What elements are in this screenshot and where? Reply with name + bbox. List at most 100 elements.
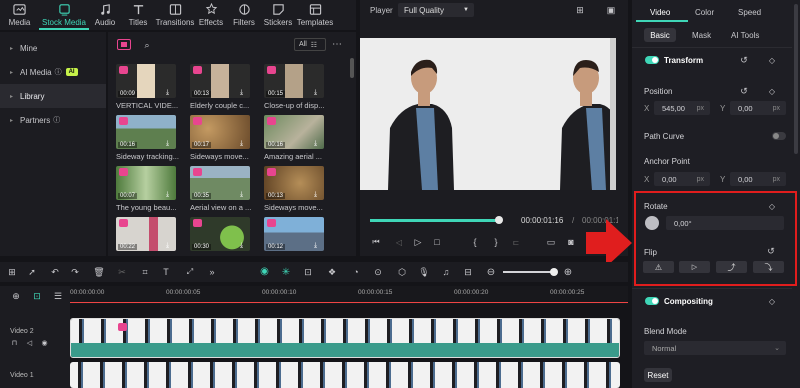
tab-scrollbar[interactable]	[794, 4, 798, 154]
delete-icon[interactable]: 🗑	[93, 266, 105, 278]
toolbar-effects[interactable]: Effects	[195, 0, 227, 30]
toolbar-filters[interactable]: Filters	[227, 0, 261, 30]
undo-icon[interactable]: ↶	[49, 266, 61, 278]
split-icon[interactable]: ⊏	[510, 236, 522, 248]
media-card[interactable]: 00:13 ⤓ Elderly couple c...	[190, 64, 250, 110]
keyframe-icon[interactable]: ◇	[766, 295, 778, 307]
transform-toggle[interactable]	[645, 56, 659, 66]
timeline-ruler[interactable]: 00:00:00:00 00:00:00:05 00:00:00:10 00:0…	[70, 286, 628, 304]
track-manage-icon[interactable]: ☰	[52, 290, 64, 302]
effects-track-icon[interactable]: ❖	[326, 266, 338, 278]
media-scrollbar[interactable]	[350, 58, 354, 78]
blend-mode-dropdown[interactable]: Normal ⌄	[644, 341, 786, 355]
pointer-icon[interactable]: ➚	[26, 266, 38, 278]
marker-icon[interactable]: ◔	[350, 266, 362, 278]
more-options-icon[interactable]: ⋯	[330, 38, 344, 50]
playhead-handle[interactable]	[495, 216, 503, 224]
toolbar-media[interactable]: Media	[0, 0, 39, 30]
compositing-toggle[interactable]	[645, 297, 659, 307]
download-icon[interactable]: ⤓	[166, 140, 174, 148]
previous-frame-icon[interactable]: ⏮	[370, 236, 382, 248]
gem-filter-button[interactable]	[117, 39, 131, 50]
link-icon[interactable]: ⊡	[31, 290, 43, 302]
add-track-icon[interactable]: ⊕	[10, 290, 22, 302]
flip-vertical-button[interactable]: ⚠	[643, 261, 674, 273]
redo-icon[interactable]: ↷	[69, 266, 81, 278]
snap-icon[interactable]: ✳	[280, 266, 292, 278]
zoom-in-icon[interactable]: ⊕	[562, 266, 574, 278]
video-preview[interactable]	[360, 38, 616, 190]
media-card[interactable]: 00:22 ⤓	[116, 217, 176, 251]
pos-y-input[interactable]: 0,00 px	[730, 101, 786, 115]
ripple-icon[interactable]: ◉	[258, 265, 271, 278]
download-icon[interactable]: ⤓	[314, 242, 322, 250]
text-icon[interactable]: T	[160, 266, 172, 278]
keyframe-icon[interactable]: ◇	[766, 54, 778, 66]
media-card[interactable]: 00:30 ⤓	[190, 217, 250, 251]
snapshot-image-icon[interactable]: ▣	[604, 4, 618, 16]
toolbar-stickers[interactable]: Stickers	[261, 0, 295, 30]
path-curve-toggle[interactable]	[772, 132, 786, 140]
reset-icon[interactable]: ↺	[738, 85, 750, 97]
tab-speed[interactable]: Speed	[738, 8, 761, 17]
crop-icon[interactable]: ⌗	[139, 266, 151, 278]
render-icon[interactable]: ⊡	[302, 266, 314, 278]
video-clip-track-2[interactable]	[70, 318, 620, 358]
cut-icon[interactable]: ✂	[116, 266, 128, 278]
monitor-icon[interactable]: ▭	[545, 236, 557, 248]
play-reverse-icon[interactable]: ◁	[393, 236, 405, 248]
media-card[interactable]: 00:09 ⤓ VERTICAL VIDE...	[116, 64, 178, 110]
media-card[interactable]: 00:35 ⤓ Aerial view on a ...	[190, 166, 251, 212]
download-icon[interactable]: ⤓	[240, 89, 248, 97]
track-lock-icon[interactable]: ⊓	[10, 338, 19, 347]
sidebar-item-ai-media[interactable]: ▸ AI Media ⓘ AI	[0, 60, 106, 84]
sidebar-item-library[interactable]: ▸ Library	[0, 84, 106, 108]
media-card[interactable]: 00:13 ⤓ Sideways move...	[264, 166, 324, 212]
camera-icon[interactable]: ◙	[565, 236, 577, 248]
subtitle-icon[interactable]: ⊟	[462, 266, 474, 278]
reset-icon[interactable]: ↺	[765, 245, 777, 257]
shield-icon[interactable]: ⬡	[396, 266, 408, 278]
toolbar-audio[interactable]: Audio	[89, 0, 121, 30]
download-icon[interactable]: ⤓	[240, 242, 248, 250]
anchor-x-input[interactable]: 0,00 px	[654, 172, 710, 186]
video-clip-track-1[interactable]	[70, 362, 620, 388]
reset-button[interactable]: Reset	[644, 368, 672, 382]
media-card[interactable]: 00:16 ⤓ Sideway tracking...	[116, 115, 179, 161]
download-icon[interactable]: ⤓	[166, 89, 174, 97]
grid-view-icon[interactable]: ⊞	[574, 4, 586, 16]
mark-in-icon[interactable]: {	[470, 236, 480, 248]
pos-x-input[interactable]: 545,00 px	[654, 101, 710, 115]
rotate-right-button[interactable]: ⤴	[716, 261, 747, 273]
track-audio-icon[interactable]: ◁	[25, 338, 34, 347]
play-icon[interactable]: ▷	[412, 236, 424, 248]
sidebar-item-partners[interactable]: ▸ Partners ⓘ	[0, 108, 106, 132]
toolbar-titles[interactable]: Titles	[121, 0, 155, 30]
subtab-ai-tools[interactable]: AI Tools	[731, 31, 759, 40]
audio-mix-icon[interactable]: ♫	[440, 266, 452, 278]
playback-progress-track[interactable]	[370, 219, 498, 222]
download-icon[interactable]: ⤓	[240, 140, 248, 148]
filter-dropdown[interactable]: All ☷	[294, 38, 326, 51]
zoom-out-icon[interactable]: ⊖	[485, 266, 497, 278]
zoom-slider[interactable]	[503, 271, 555, 273]
keyframe-icon[interactable]: ◇	[766, 85, 778, 97]
download-icon[interactable]: ⤓	[314, 191, 322, 199]
media-card[interactable]: 00:16 ⤓ Amazing aerial ...	[264, 115, 324, 161]
ai-tool-icon[interactable]: ⊙	[372, 266, 384, 278]
anchor-y-input[interactable]: 0,00 px	[730, 172, 786, 186]
tab-color[interactable]: Color	[695, 8, 714, 17]
reset-icon[interactable]: ↺	[738, 54, 750, 66]
keyframe-icon[interactable]: ◇	[766, 200, 778, 212]
mark-out-icon[interactable]: }	[491, 236, 501, 248]
subtab-basic[interactable]: Basic	[644, 28, 676, 42]
rotate-input[interactable]: 0,00°	[666, 216, 784, 230]
media-card[interactable]: 00:07 ⤓ The young beau...	[116, 166, 176, 212]
sidebar-item-mine[interactable]: ▸ Mine	[0, 36, 106, 60]
download-icon[interactable]: ⤓	[314, 89, 322, 97]
download-icon[interactable]: ⤓	[240, 191, 248, 199]
track-visibility-icon[interactable]: ◉	[40, 338, 49, 347]
toolbar-templates[interactable]: Templates	[295, 0, 335, 30]
download-icon[interactable]: ⤓	[166, 242, 174, 250]
quality-dropdown[interactable]: Full Quality ▼	[398, 3, 474, 17]
